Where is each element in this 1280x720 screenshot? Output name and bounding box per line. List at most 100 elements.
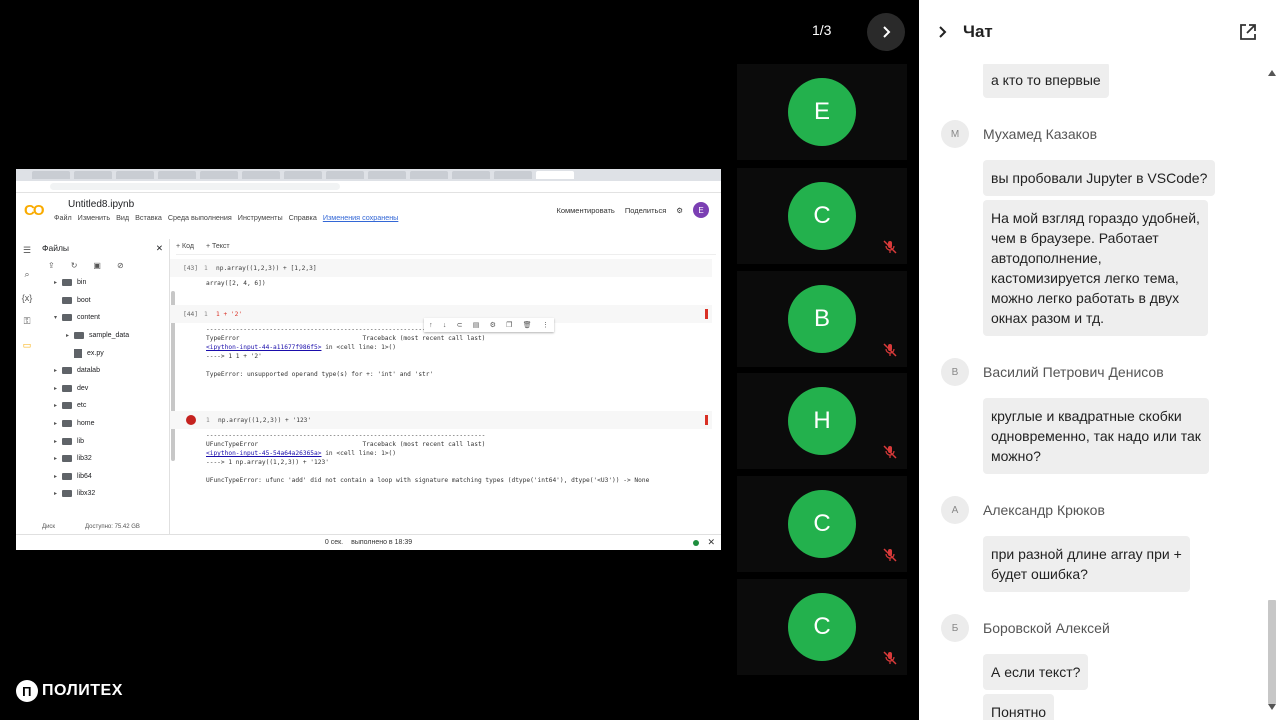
toc-icon: ☰ (22, 245, 32, 255)
file-name: lib (77, 437, 85, 445)
cell-toolbar: ↑ ↓ ⊂ ▤ ⚙ ❐ 🗑 ⋮ (424, 318, 554, 332)
folder-icon (74, 332, 84, 340)
user-avatar: E (693, 202, 709, 218)
page-indicator: 1/3 (812, 22, 832, 38)
gear-icon: ⚙ (489, 322, 496, 329)
key-icon: ⚿ (23, 316, 31, 326)
code-cell: [43] 1 np.array((1,2,3)) + [1,2,3] array([… (170, 259, 712, 289)
folder-icon (62, 296, 72, 304)
menu-help: Справка (288, 213, 317, 222)
search-icon: ⌕ (24, 269, 30, 279)
participant-tile[interactable]: C (737, 476, 907, 572)
status-done: выполнено в 18:39 (351, 539, 413, 546)
video-stage: 1/3 CO Untitled8.ipynb Файл Изменить Вид… (0, 0, 919, 720)
run-cell-icon (186, 415, 196, 425)
file-name: home (77, 420, 95, 428)
saved-status: Изменения сохранены (322, 213, 399, 222)
file-name: etc (77, 402, 87, 410)
file-tree-item: ▾ content (54, 314, 100, 322)
chevron-right-icon (883, 26, 891, 38)
file-tree-item: ▸ dev (54, 384, 89, 392)
file-name: libx32 (77, 490, 96, 498)
chat-scrollbar[interactable] (1268, 70, 1276, 710)
file-panel: Файлы ✕ ⇪ ↻ ▣ ⊘ ▸ bin boot ▾ content ▸ sample_data… (38, 239, 175, 534)
folder-icon (62, 384, 72, 392)
chat-title: Чат (963, 22, 993, 41)
author-avatar: Б (941, 614, 969, 642)
file-tools: ⇪ ↻ ▣ ⊘ (38, 257, 169, 274)
copy-icon: ❐ (506, 322, 513, 329)
folder-icon (62, 455, 72, 463)
notebook-title: Untitled8.ipynb (68, 199, 135, 210)
cell-code: 1 + '2' (216, 310, 243, 318)
author-name: Александр Крюков (983, 502, 1105, 518)
drive-icon: ▣ (93, 261, 101, 270)
files-title: Файлы (42, 243, 70, 253)
file-name: lib32 (77, 455, 92, 463)
folder-icon: ▭ (22, 340, 32, 350)
chat-header: Чат (919, 0, 1280, 64)
collapse-chat-icon[interactable] (935, 25, 949, 39)
close-icon: ✕ (707, 537, 715, 547)
author-avatar: В (941, 358, 969, 386)
participant-tile[interactable]: E (737, 64, 907, 160)
message-author: М Мухамед Казаков (941, 120, 1097, 148)
chat-message: вы пробовали Jupyter в VSCode? (983, 160, 1216, 196)
chat-message: Понятно (983, 694, 1055, 720)
colab-left-rail: ☰ ⌕ {x} ⚿ ▭ (16, 239, 38, 534)
scroll-up-icon[interactable] (1268, 70, 1276, 76)
participant-tile[interactable]: H (737, 373, 907, 469)
status-dot (693, 540, 699, 546)
participant-avatar: B (788, 285, 856, 353)
file-tree-item: ▸ lib32 (54, 455, 92, 463)
file-name: ex.py (87, 349, 104, 357)
refresh-icon: ↻ (70, 261, 78, 270)
participant-avatar: C (788, 490, 856, 558)
message-author: В Василий Петрович Денисов (941, 358, 1164, 386)
participant-tile[interactable]: C (737, 579, 907, 675)
file-tree-item: ▸ datalab (54, 367, 100, 375)
disk-free: Доступно: 75.42 GB (85, 524, 140, 530)
add-text-button: + Текст (205, 243, 230, 250)
more-icon: ⋮ (541, 322, 549, 329)
file-tree-item: ▸ home (54, 420, 95, 428)
author-name: Василий Петрович Денисов (983, 364, 1164, 380)
cell-code: np.array((1,2,3)) + '123' (218, 416, 312, 424)
message-author: А Александр Крюков (941, 496, 1105, 524)
code-cell: 1 np.array((1,2,3)) + '123' -------------… (170, 411, 712, 486)
participant-tile[interactable]: B (737, 271, 907, 367)
menu-runtime: Среда выполнения (167, 213, 232, 222)
file-tree-item: ▸ libx32 (54, 490, 96, 498)
file-tree-item: ▸ lib (54, 437, 85, 445)
menu-edit: Изменить (77, 213, 111, 222)
open-external-icon[interactable] (1238, 22, 1258, 42)
mic-muted-icon (883, 343, 897, 357)
brand-logo: П ПОЛИТЕХ (16, 680, 123, 702)
cell-code: np.array((1,2,3)) + [1,2,3] (216, 264, 317, 272)
file-name: content (77, 314, 100, 322)
next-page-button[interactable] (867, 13, 905, 51)
mic-muted-icon (883, 445, 897, 459)
hide-icon: ⊘ (116, 261, 124, 270)
file-tree-item: ex.py (38, 344, 169, 362)
file-name: sample_data (89, 332, 130, 340)
browser-tabs (16, 169, 721, 181)
folder-icon (62, 367, 72, 375)
scroll-down-icon[interactable] (1268, 704, 1276, 710)
chat-message: а кто то впервые (983, 64, 1109, 98)
participant-tile[interactable]: C (737, 168, 907, 264)
comment-icon: ▤ (472, 322, 480, 329)
close-icon: ✕ (155, 242, 163, 253)
notebook-cells: [43] 1 np.array((1,2,3)) + [1,2,3] array([… (170, 259, 714, 529)
file-tree-item: ▸ etc (54, 402, 87, 410)
move-up-icon: ↑ (429, 321, 433, 329)
notebook-toolbar: + Код + Текст (176, 239, 716, 255)
author-name: Боровской Алексей (983, 620, 1110, 636)
shared-screen: CO Untitled8.ipynb Файл Изменить Вид Вст… (16, 169, 721, 550)
chat-message: А если текст? (983, 654, 1089, 690)
code-cell: [44] 1 1 + '2' ---------------------------… (170, 305, 712, 380)
folder-icon (62, 279, 72, 287)
colab-actions: Комментировать Поделиться ⚙ E (556, 202, 709, 218)
participant-avatar: E (788, 78, 856, 146)
folder-icon (62, 437, 72, 445)
